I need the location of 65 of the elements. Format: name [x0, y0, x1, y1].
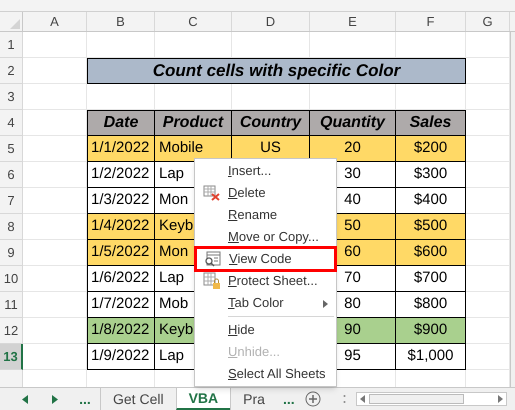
row-header[interactable]: 9: [0, 240, 23, 266]
grid-delete-icon: [202, 185, 220, 201]
table-cell: 1/9/2022: [87, 344, 155, 370]
column-header[interactable]: D: [232, 12, 310, 31]
row-header[interactable]: 5: [0, 136, 23, 162]
column-header[interactable]: C: [155, 12, 232, 31]
add-sheet-icon[interactable]: [304, 391, 321, 407]
column-header[interactable]: F: [396, 12, 466, 31]
row-header[interactable]: 2: [0, 58, 23, 84]
horizontal-scrollbar[interactable]: [356, 392, 507, 406]
table-cell: 20: [310, 136, 396, 162]
scroll-left-icon[interactable]: [360, 395, 365, 403]
table-cell: 1/6/2022: [87, 266, 155, 292]
table-cell: $800: [396, 292, 466, 318]
table-cell: $900: [396, 318, 466, 344]
table-cell: $700: [396, 266, 466, 292]
table-cell: $400: [396, 188, 466, 214]
row-header[interactable]: 11: [0, 292, 23, 318]
column-heading: Date: [87, 110, 155, 136]
row-header[interactable]: 4: [0, 110, 23, 136]
row-header[interactable]: 1: [0, 32, 23, 58]
column-header[interactable]: E: [310, 12, 396, 31]
column-header[interactable]: B: [87, 12, 155, 31]
title-banner: Count cells with specific Color: [87, 58, 466, 84]
row-header[interactable]: 8: [0, 214, 23, 240]
table-cell: Mobile: [155, 136, 232, 162]
column-header[interactable]: G: [466, 12, 510, 31]
sheet-cell[interactable]: [23, 84, 87, 110]
table-cell: 1/8/2022: [87, 318, 155, 344]
row-header[interactable]: 6: [0, 162, 23, 188]
table-cell: $300: [396, 162, 466, 188]
column-header[interactable]: A: [23, 12, 87, 31]
more-tabs-button[interactable]: ...: [276, 388, 301, 410]
row-header[interactable]: 12: [0, 318, 23, 344]
scrollbar-thumb[interactable]: [368, 394, 464, 404]
row-header[interactable]: [0, 370, 23, 387]
table-cell: 1/5/2022: [87, 240, 155, 266]
column-heading: Product: [155, 110, 232, 136]
table-cell: $500: [396, 214, 466, 240]
table-cell: $600: [396, 240, 466, 266]
sheet-tab[interactable]: Pra: [230, 388, 277, 410]
table-cell: 1/2/2022: [87, 162, 155, 188]
table-cell: 1/3/2022: [87, 188, 155, 214]
row-header[interactable]: 13: [0, 344, 23, 370]
select-all-triangle-icon[interactable]: [10, 19, 20, 29]
row-header[interactable]: 7: [0, 188, 23, 214]
row-header[interactable]: 3: [0, 84, 23, 110]
sheet-tab[interactable]: VBA: [176, 388, 230, 410]
table-cell: 1/1/2022: [87, 136, 155, 162]
submenu-arrow-icon: [323, 300, 328, 308]
column-heading: Sales: [396, 110, 466, 136]
window-search-icon: [204, 251, 222, 267]
sheet-cell[interactable]: [23, 32, 87, 58]
more-tabs-button[interactable]: ...: [70, 388, 100, 410]
table-cell: $1,000: [396, 344, 466, 370]
row-header[interactable]: 10: [0, 266, 23, 292]
vertical-scrollbar[interactable]: [510, 32, 515, 387]
scroll-right-icon[interactable]: [498, 395, 503, 403]
table-cell: $200: [396, 136, 466, 162]
grid-lock-icon: [202, 272, 220, 290]
resize-handle-icon[interactable]: [342, 394, 346, 404]
column-heading: Quantity: [310, 110, 396, 136]
table-cell: 1/4/2022: [87, 214, 155, 240]
table-cell: 1/7/2022: [87, 292, 155, 318]
column-heading: Country: [232, 110, 310, 136]
